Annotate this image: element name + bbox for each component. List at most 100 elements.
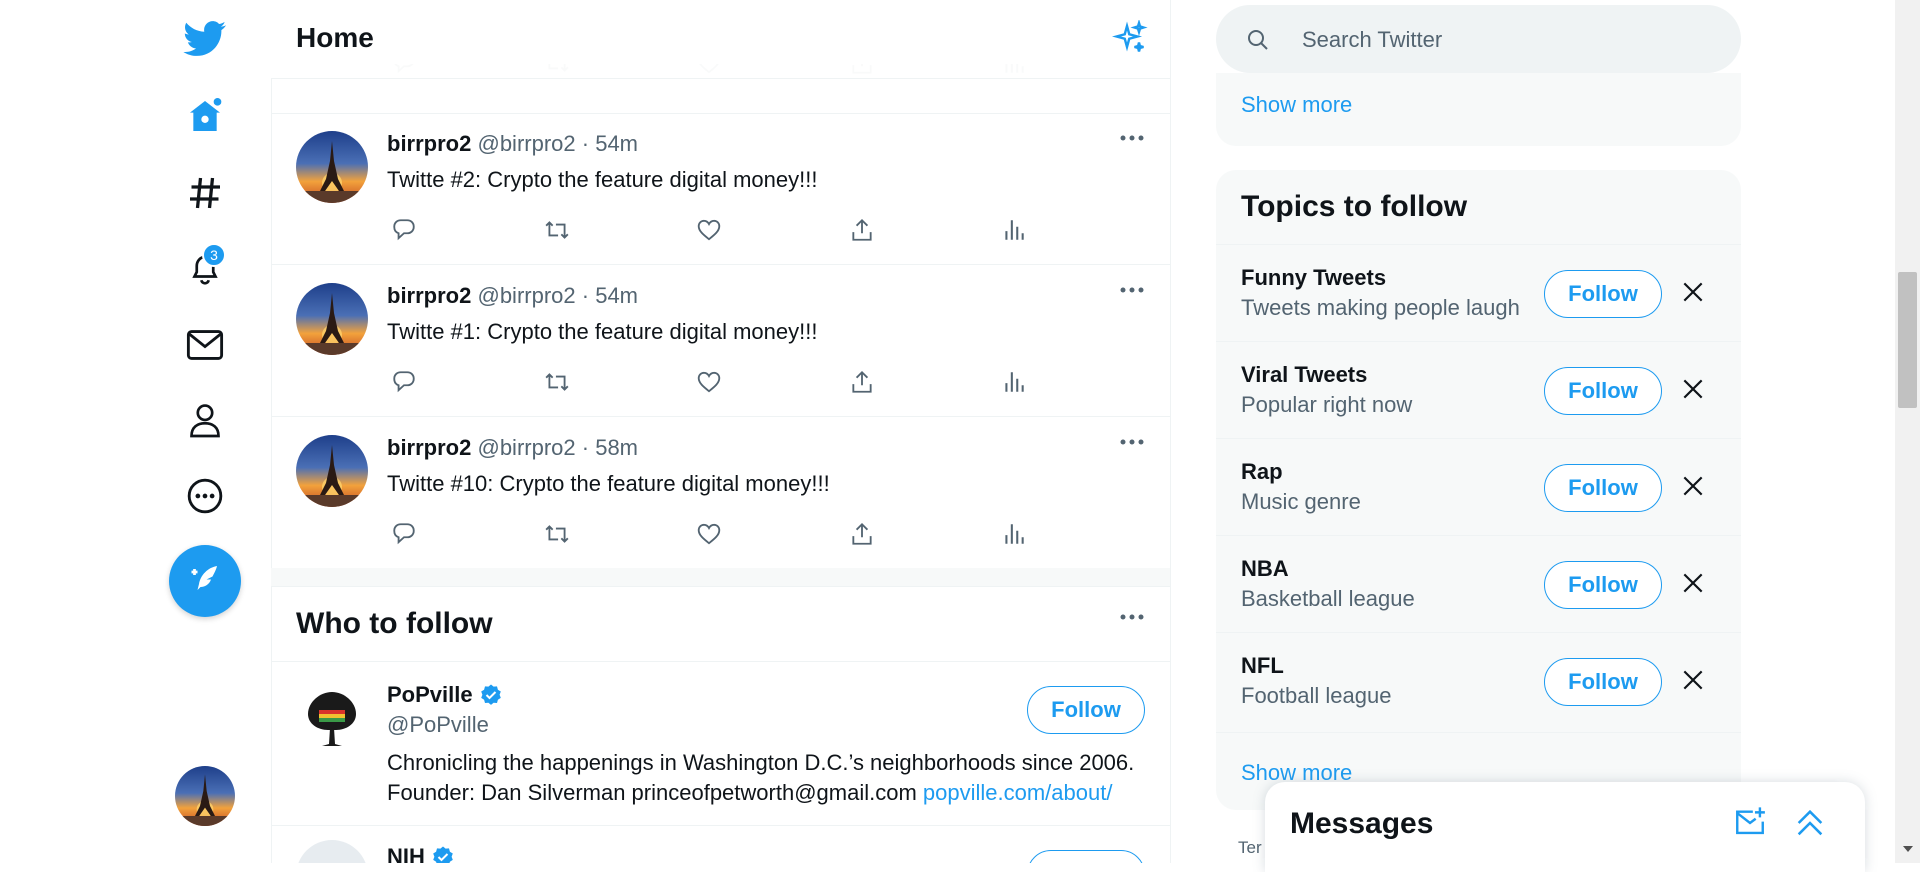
dismiss-topic-icon[interactable] [1680,473,1706,499]
suggested-account-name[interactable]: PoPville [387,682,473,708]
topic-follow-button[interactable]: Follow [1544,464,1662,512]
notifications-count-badge: 3 [202,243,226,267]
dismiss-topic-icon[interactable] [1680,667,1706,693]
suggested-account-avatar[interactable] [296,840,368,863]
share-icon[interactable] [845,517,879,551]
topic-name[interactable]: NBA [1241,556,1289,582]
follow-button[interactable]: Follow [1027,850,1145,863]
like-heart-icon[interactable] [692,213,726,247]
suggested-account-handle[interactable]: @PoPville [387,712,489,738]
retweet-icon[interactable] [540,213,574,247]
analytics-icon[interactable] [997,213,1031,247]
tree-logo-icon [296,680,368,752]
explore-hashtag-icon[interactable] [172,160,238,226]
messages-drawer-title[interactable]: Messages [1290,807,1433,841]
account-avatar[interactable] [175,766,235,826]
share-icon[interactable] [845,213,879,247]
dismiss-topic-icon[interactable] [1680,376,1706,402]
tweet-avatar[interactable] [296,435,368,507]
more-options-icon[interactable] [172,463,238,529]
terms-link[interactable]: Ter [1238,838,1262,858]
profile-person-icon[interactable] [172,388,238,454]
tweet-actions [387,213,1039,247]
home-timeline: Home birrpro2 @birrpro2 · 54m Twitte #2:… [271,0,1171,863]
bio-link[interactable]: popville.com/about/ [923,780,1113,805]
topic-name[interactable]: Viral Tweets [1241,362,1367,388]
home-icon[interactable] [172,83,238,149]
topic-item[interactable]: Rap Music genre Follow [1216,438,1741,536]
topic-name[interactable]: Rap [1241,459,1283,485]
tweet-timestamp[interactable]: 58m [595,435,638,460]
suggested-account-avatar[interactable] [296,680,368,752]
tweet-header: birrpro2 @birrpro2 · 58m [387,435,638,461]
top-tweets-sparkle-icon[interactable] [1112,20,1148,56]
reply-icon[interactable] [387,213,421,247]
tweet-more-icon[interactable] [1119,133,1145,143]
tweet-author-handle[interactable]: @birrpro2 [477,283,575,308]
tweet-card[interactable]: birrpro2 @birrpro2 · 54m Twitte #2: Cryp… [271,113,1170,265]
topic-name[interactable]: NFL [1241,653,1284,679]
tweet-author-handle[interactable]: @birrpro2 [477,435,575,460]
topic-description: Music genre [1241,489,1361,514]
tweet-avatar[interactable] [296,131,368,203]
page-scrollbar[interactable] [1895,0,1920,863]
messages-drawer[interactable]: Messages [1265,782,1865,872]
like-heart-icon[interactable] [692,365,726,399]
who-to-follow-more-icon[interactable] [1119,612,1145,622]
search-bar[interactable] [1216,5,1741,73]
expand-chevron-up-icon[interactable] [1793,806,1827,840]
suggested-account-name-row[interactable]: NIH [387,844,455,863]
tweet-card[interactable]: birrpro2 @birrpro2 · 54m Twitte #1: Cryp… [271,265,1170,417]
new-message-icon[interactable] [1733,806,1767,840]
tweet-header: birrpro2 @birrpro2 · 54m [387,283,638,309]
topic-follow-button[interactable]: Follow [1544,561,1662,609]
analytics-icon[interactable] [997,517,1031,551]
dismiss-topic-icon[interactable] [1680,279,1706,305]
tweet-more-icon[interactable] [1119,437,1145,447]
topic-item[interactable]: Viral Tweets Popular right now Follow [1216,341,1741,439]
topic-item[interactable]: Funny Tweets Tweets making people laugh … [1216,244,1741,342]
tweet-avatar[interactable] [296,283,368,355]
topic-follow-button[interactable]: Follow [1544,270,1662,318]
like-heart-icon[interactable] [692,517,726,551]
follow-button[interactable]: Follow [1027,686,1145,734]
twitter-logo-icon[interactable] [172,6,238,72]
topic-description: Football league [1241,683,1392,708]
scroll-down-arrow-icon[interactable] [1903,846,1913,852]
search-input[interactable] [1300,19,1704,61]
tweet-card[interactable]: birrpro2 @birrpro2 · 58m Twitte #10: Cry… [271,417,1170,569]
topic-item[interactable]: NBA Basketball league Follow [1216,535,1741,633]
topic-follow-button[interactable]: Follow [1544,658,1662,706]
topic-description: Tweets making people laugh [1241,295,1520,320]
verified-badge-icon [433,846,453,863]
topic-name[interactable]: Funny Tweets [1241,265,1386,291]
verified-badge-icon [480,684,501,705]
suggested-account-name[interactable]: NIH [387,844,425,863]
tweet-author-name[interactable]: birrpro2 [387,435,471,460]
tweet-timestamp[interactable]: 54m [595,283,638,308]
tweet-author-name[interactable]: birrpro2 [387,283,471,308]
compose-tweet-button[interactable] [169,545,241,617]
dismiss-topic-icon[interactable] [1680,570,1706,596]
tweet-author-name[interactable]: birrpro2 [387,131,471,156]
reply-icon[interactable] [387,365,421,399]
analytics-icon[interactable] [997,365,1031,399]
trends-show-more-link[interactable]: Show more [1241,92,1352,118]
suggested-account-name-row[interactable]: PoPville [387,682,503,708]
messages-mail-icon[interactable] [172,312,238,378]
topics-title: Topics to follow [1241,190,1468,223]
tweet-author-handle[interactable]: @birrpro2 [477,131,575,156]
topic-item[interactable]: NFL Football league Follow [1216,632,1741,730]
reply-icon[interactable] [387,517,421,551]
suggested-account[interactable]: PoPville @PoPville Chronicling the happe… [271,662,1170,826]
scrollbar-thumb[interactable] [1898,272,1917,408]
retweet-icon[interactable] [540,365,574,399]
share-icon[interactable] [845,365,879,399]
tweet-more-icon[interactable] [1119,285,1145,295]
topic-follow-button[interactable]: Follow [1544,367,1662,415]
trends-card: Show more [1216,73,1741,146]
tweet-header: birrpro2 @birrpro2 · 54m [387,131,638,157]
suggested-account[interactable]: NIH Follow [271,826,1170,863]
retweet-icon[interactable] [540,517,574,551]
tweet-timestamp[interactable]: 54m [595,131,638,156]
